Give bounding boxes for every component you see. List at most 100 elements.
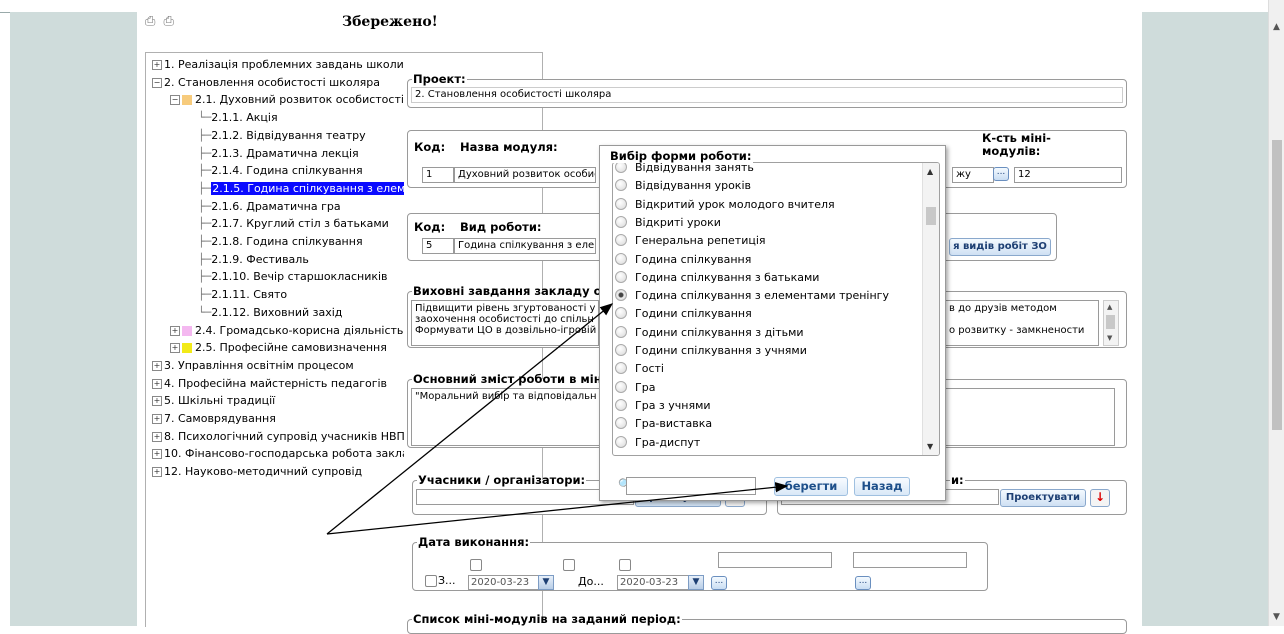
- from-checkbox[interactable]: [425, 575, 437, 587]
- tree-item[interactable]: ├─2.1.5. Година спілкування з елементами…: [198, 181, 404, 197]
- expand-icon[interactable]: +: [152, 378, 162, 389]
- work-form-option[interactable]: Генеральна репетиція: [615, 232, 766, 250]
- expand-icon[interactable]: +: [152, 467, 162, 478]
- tree-item[interactable]: ├─2.1.3. Драматична лекція: [198, 146, 359, 162]
- work-form-option[interactable]: Відкриті уроки: [615, 214, 721, 232]
- work-form-scrollbar[interactable]: ▲ ▼: [922, 163, 939, 455]
- work-form-option[interactable]: Години спілкування: [615, 305, 752, 323]
- radio-button[interactable]: [615, 289, 627, 302]
- tree-item[interactable]: ├─2.1.8. Година спілкування: [198, 234, 363, 250]
- work-form-option[interactable]: Відкритий урок молодого вчителя: [615, 196, 835, 214]
- radio-button[interactable]: [615, 179, 627, 192]
- work-form-option[interactable]: Відвідування уроків: [615, 177, 751, 195]
- work-form-save-button[interactable]: берегти: [774, 477, 848, 496]
- module-count-field[interactable]: 12: [1014, 167, 1122, 183]
- work-form-option[interactable]: Година спілкування з батьками: [615, 269, 819, 287]
- tree-item[interactable]: └─2.1.12. Виховний захід: [198, 305, 342, 321]
- scroll-up-icon[interactable]: ▲: [1273, 22, 1280, 32]
- radio-button[interactable]: [615, 163, 627, 173]
- work-form-search-input[interactable]: [626, 477, 756, 495]
- date-extra-dots-button[interactable]: ...: [855, 576, 871, 590]
- work-form-option[interactable]: Година спілкування з елементами тренінгу: [615, 287, 889, 305]
- work-form-scroll-up-icon[interactable]: ▲: [927, 167, 933, 176]
- module-name-field[interactable]: Духовний розвиток особистості: [454, 167, 596, 183]
- module-term-dots-button[interactable]: ...: [993, 167, 1009, 181]
- radio-button[interactable]: [615, 270, 627, 283]
- radio-button[interactable]: [615, 435, 627, 448]
- radio-button[interactable]: [615, 307, 627, 320]
- work-form-back-button[interactable]: Назад: [854, 477, 910, 496]
- date-extra-field-1[interactable]: [718, 552, 832, 568]
- work-types-button[interactable]: я видів робіт ЗО: [949, 238, 1051, 256]
- radio-button[interactable]: [615, 325, 627, 338]
- tree-item[interactable]: ├─2.1.2. Відвідування театру: [198, 128, 366, 144]
- to-enable-checkbox[interactable]: [563, 559, 575, 571]
- work-form-option[interactable]: Гості: [615, 360, 664, 378]
- tree-item[interactable]: ├─2.1.6. Драматична гра: [198, 199, 341, 215]
- tree-item[interactable]: ├─2.1.11. Свято: [198, 287, 287, 303]
- work-form-option[interactable]: Години спілкування з дітьми: [615, 324, 804, 342]
- tasks-text-left[interactable]: Підвищити рівень згуртованості у заохоче…: [411, 300, 599, 346]
- executors-project-button[interactable]: Проектувати: [1000, 489, 1086, 507]
- tree-item[interactable]: − 2.1. Духовний розвиток особистості: [170, 92, 404, 108]
- tree-item[interactable]: +2.4. Громадсько-корисна діяльність: [170, 323, 403, 339]
- collapse-icon[interactable]: −: [170, 95, 180, 106]
- to-date-dropdown-icon[interactable]: ▼: [688, 575, 704, 590]
- tasks-scroll-up-icon[interactable]: ▲: [1107, 303, 1112, 311]
- tree-item[interactable]: ├─2.1.4. Година спілкування: [198, 163, 363, 179]
- tree-item[interactable]: +8. Психологічний супровід учасників НВП: [152, 429, 404, 445]
- expand-icon[interactable]: +: [152, 60, 162, 70]
- from-date-dropdown-icon[interactable]: ▼: [538, 575, 554, 590]
- tree-item[interactable]: −2. Становлення особистості школяра: [152, 75, 380, 91]
- radio-button[interactable]: [615, 362, 627, 375]
- expand-icon[interactable]: +: [170, 343, 180, 354]
- project-field[interactable]: 2. Становлення особистості школяра: [411, 87, 1123, 103]
- page-scrollbar[interactable]: ▲ ▼: [1268, 0, 1284, 626]
- date-extra-field-2[interactable]: [853, 552, 967, 568]
- tasks-text-right[interactable]: в до друзів методом о розвитку - замкнен…: [946, 300, 1099, 346]
- tree-item[interactable]: ├─2.1.7. Круглий стіл з батьками: [198, 216, 389, 232]
- tree-item[interactable]: ├─2.1.9. Фестиваль: [198, 252, 309, 268]
- work-code-field[interactable]: 5: [422, 238, 454, 254]
- executors-down-arrow-icon[interactable]: ↓: [1090, 489, 1110, 507]
- tree-item[interactable]: ├─2.1.10. Вечір старшокласників: [198, 269, 388, 285]
- tree-item[interactable]: +12. Науково-методичний супровід: [152, 464, 362, 480]
- to-date-dots-button[interactable]: ...: [711, 576, 727, 590]
- tasks-scroll-thumb[interactable]: [1106, 315, 1115, 329]
- work-form-option[interactable]: Гра-виставка: [615, 415, 712, 433]
- tasks-scrollbar[interactable]: ▲ ▼: [1103, 300, 1119, 346]
- collapse-icon[interactable]: −: [152, 77, 162, 88]
- work-form-option[interactable]: Години спілкування з учнями: [615, 342, 807, 360]
- expand-icon[interactable]: +: [152, 449, 162, 460]
- module-term-field[interactable]: жу: [952, 167, 994, 183]
- tree-item[interactable]: +1. Реалізація проблемних завдань школи: [152, 57, 404, 73]
- expand-icon[interactable]: +: [152, 431, 162, 442]
- from-date-checkbox[interactable]: [470, 559, 482, 571]
- radio-button[interactable]: [615, 398, 627, 411]
- tree-item[interactable]: +7. Самоврядування: [152, 411, 276, 427]
- work-form-scroll-down-icon[interactable]: ▼: [927, 442, 933, 451]
- work-form-option[interactable]: Відвідування занять: [615, 163, 754, 177]
- expand-icon[interactable]: +: [170, 325, 180, 336]
- radio-button[interactable]: [615, 344, 627, 356]
- expand-icon[interactable]: +: [152, 360, 162, 371]
- tree-item[interactable]: └─2.1.1. Акція: [198, 110, 278, 126]
- work-form-option[interactable]: Гра: [615, 379, 655, 397]
- tree-item[interactable]: +3. Управління освітнім процесом: [152, 358, 354, 374]
- expand-icon[interactable]: +: [152, 414, 162, 424]
- tree-item[interactable]: +4. Професійна майстерність педагогів: [152, 376, 387, 392]
- work-form-option[interactable]: Година спілкування: [615, 251, 751, 269]
- work-type-field[interactable]: Година спілкування з елементами тренінгу: [454, 238, 596, 254]
- radio-button[interactable]: [615, 252, 627, 265]
- radio-button[interactable]: [615, 380, 627, 393]
- to-date-checkbox[interactable]: [619, 559, 631, 571]
- scroll-down-icon[interactable]: ▼: [1273, 612, 1280, 622]
- expand-icon[interactable]: +: [152, 396, 162, 407]
- module-code-field[interactable]: 1: [422, 167, 454, 183]
- radio-button[interactable]: [615, 234, 627, 247]
- work-form-option[interactable]: Гра-диспут: [615, 434, 700, 452]
- work-form-scroll-thumb[interactable]: [926, 207, 936, 225]
- tasks-scroll-down-icon[interactable]: ▼: [1107, 334, 1112, 342]
- radio-button[interactable]: [615, 215, 627, 228]
- tree-item[interactable]: +5. Шкільні традиції: [152, 393, 275, 409]
